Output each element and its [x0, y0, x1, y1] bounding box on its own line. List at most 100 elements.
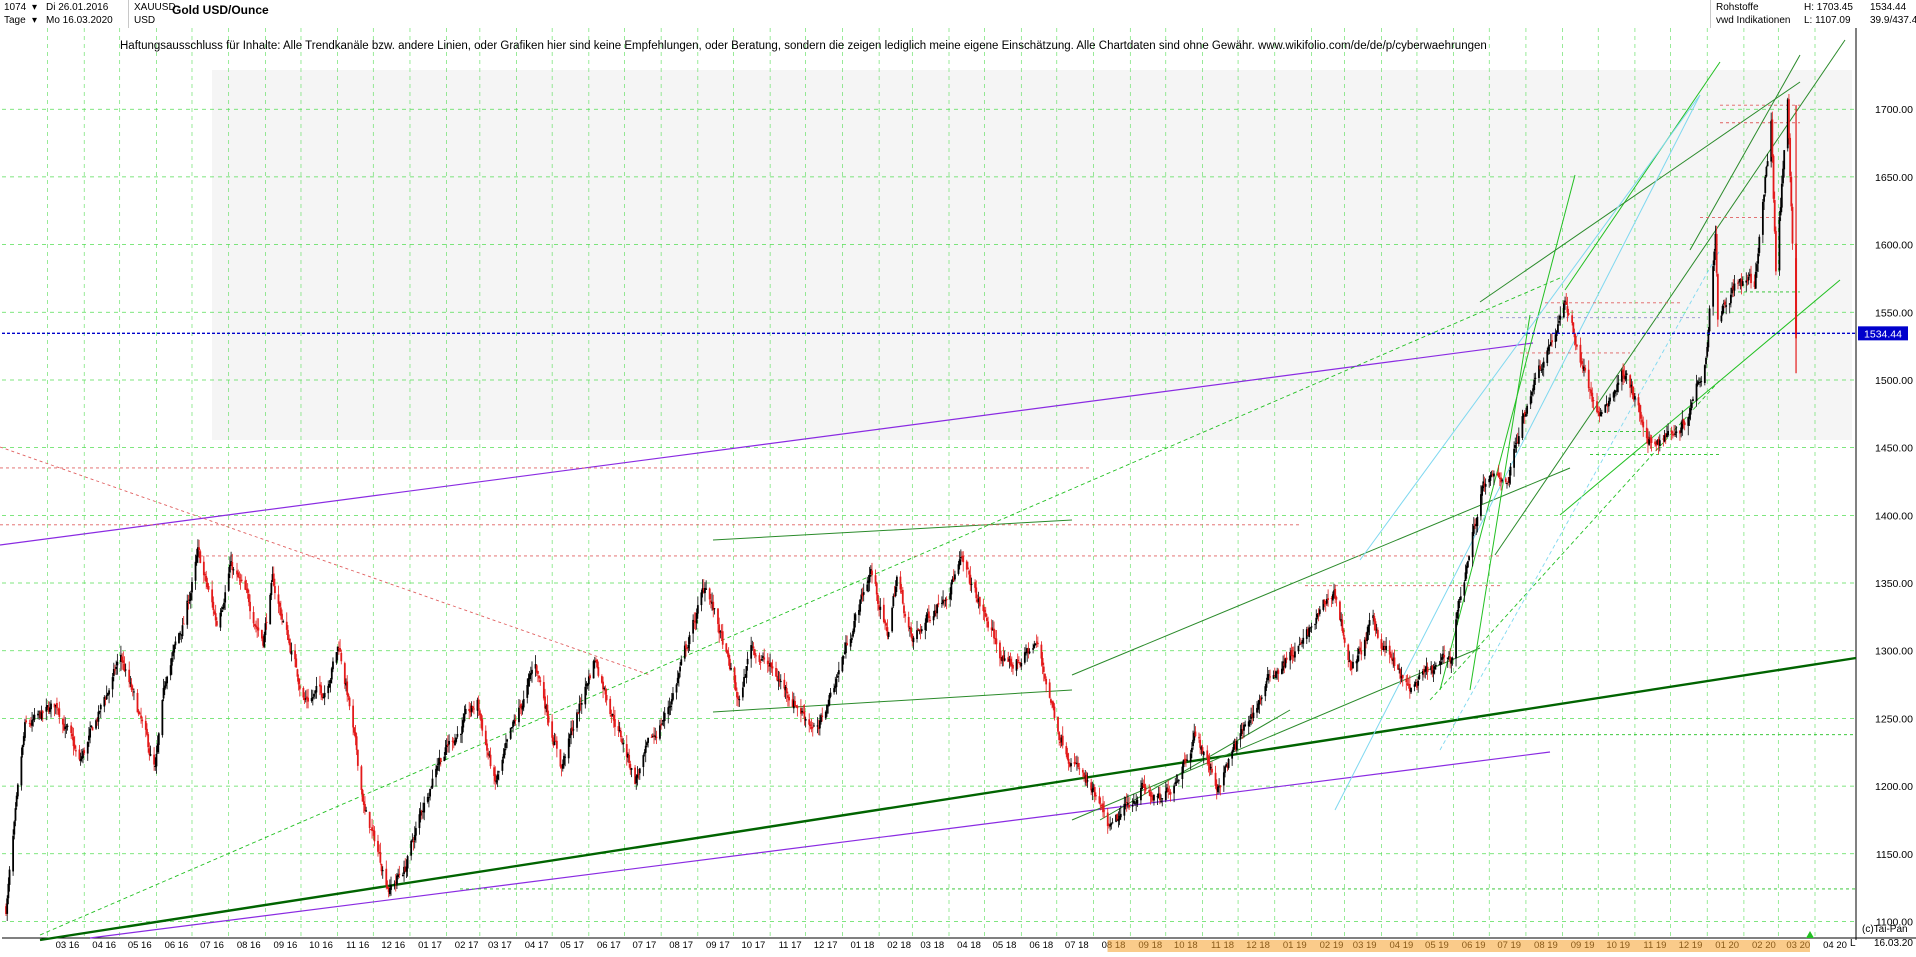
- candle-body: [496, 774, 499, 780]
- candle-body: [173, 645, 176, 653]
- candle-body: [1148, 789, 1151, 792]
- candle-body: [916, 630, 918, 640]
- candle-body: [833, 688, 835, 693]
- candle-body: [912, 637, 915, 643]
- candle-body: [1045, 678, 1048, 685]
- candle-body: [892, 596, 895, 607]
- candle-body: [1738, 281, 1741, 283]
- candle-body: [1222, 772, 1225, 786]
- candle-body: [411, 839, 414, 841]
- candle-body: [1493, 473, 1495, 477]
- candle-body: [1173, 785, 1175, 794]
- candle-body: [576, 712, 578, 728]
- candle-body: [1624, 376, 1627, 380]
- candle-body: [1584, 367, 1587, 371]
- candle-body: [1131, 805, 1134, 807]
- candle-body: [837, 670, 840, 675]
- bar-count: 1074: [4, 2, 27, 13]
- candle-body: [15, 795, 18, 807]
- candle-body: [642, 755, 645, 768]
- candle-body: [406, 856, 409, 869]
- y-tick-label: 1300.00: [1875, 646, 1913, 658]
- candle-body: [527, 678, 530, 687]
- candle-body: [86, 742, 89, 754]
- x-tick-label: 05 16: [128, 940, 152, 951]
- candle-body: [669, 705, 672, 708]
- candle-body: [390, 885, 392, 890]
- candle-body: [932, 616, 935, 621]
- candle-body: [269, 594, 272, 625]
- candle-body: [551, 721, 554, 738]
- candle-body: [1095, 795, 1097, 797]
- candle-body: [231, 561, 234, 570]
- candle-body: [1189, 753, 1192, 762]
- candle-body: [1605, 403, 1608, 406]
- candle-body: [567, 738, 570, 759]
- candle-body: [637, 773, 640, 775]
- candle-body: [874, 575, 877, 584]
- y-tick-label: 1700.00: [1875, 104, 1913, 116]
- category: Rohstoffe: [1716, 2, 1759, 13]
- x-tick-label: 01 18: [850, 940, 874, 951]
- candle-body: [877, 594, 879, 604]
- candle-body: [1705, 357, 1707, 365]
- candle-body: [1529, 396, 1532, 405]
- candle-body: [264, 623, 267, 636]
- candle-body: [958, 559, 961, 566]
- interval-select[interactable]: Tage: [4, 15, 26, 27]
- candle-body: [758, 655, 761, 662]
- candle-body: [187, 601, 190, 603]
- x-tick-label: 11 17: [779, 940, 802, 951]
- candle-body: [211, 589, 214, 603]
- candle-body: [295, 658, 298, 668]
- candle-body: [1294, 651, 1296, 658]
- candle-body: [439, 758, 442, 762]
- candle-body: [1098, 796, 1101, 804]
- candle-body: [1600, 412, 1603, 414]
- candle-body: [1224, 766, 1226, 773]
- candle-body: [401, 874, 404, 877]
- candle-body: [1720, 315, 1723, 322]
- candle-body: [207, 585, 210, 590]
- dropdown-arrow-icon[interactable]: ▾: [32, 2, 37, 14]
- candle-body: [1715, 233, 1718, 273]
- candle-body: [1721, 305, 1724, 315]
- candle-body: [974, 582, 976, 588]
- interval-arrow-icon[interactable]: ▾: [32, 15, 37, 27]
- candle-body: [220, 610, 223, 613]
- candle-body: [969, 574, 972, 586]
- candle-body: [779, 680, 782, 683]
- candle-body: [277, 594, 280, 604]
- candle-body: [785, 688, 788, 694]
- candle-body: [148, 748, 151, 755]
- candle-body: [144, 720, 147, 730]
- candle-body: [866, 584, 869, 591]
- candle-body: [270, 582, 273, 596]
- low-value: L: 1107.09: [1804, 15, 1851, 26]
- candle-body: [265, 621, 268, 623]
- y-tick-label: 1650.00: [1875, 172, 1913, 184]
- candle-body: [1182, 759, 1185, 768]
- candle-body: [1542, 361, 1545, 368]
- candle-body: [1700, 381, 1703, 383]
- candle-body: [1690, 402, 1693, 408]
- disclaimer-text: Haftungsausschluss für Inhalte: Alle Tre…: [120, 40, 1487, 52]
- candle-body: [1575, 344, 1578, 347]
- x-tick-label: 12 17: [814, 940, 838, 951]
- candle-body: [1645, 427, 1648, 439]
- copyright: (c)Tai-Pan: [1862, 924, 1908, 935]
- candle-body: [1177, 780, 1180, 782]
- candle-body: [1596, 401, 1598, 412]
- candle-body: [614, 719, 616, 727]
- candle-body: [1501, 479, 1504, 481]
- candle-body: [903, 605, 905, 614]
- candle-body: [1455, 619, 1457, 659]
- candle-body: [1439, 661, 1442, 665]
- candle-body: [1780, 183, 1783, 208]
- candle-body: [1347, 644, 1350, 660]
- candle-body: [1567, 312, 1570, 315]
- candle-body: [589, 675, 591, 679]
- candle-body: [1335, 597, 1338, 600]
- candle-body: [179, 632, 182, 634]
- candle-body: [1385, 645, 1388, 650]
